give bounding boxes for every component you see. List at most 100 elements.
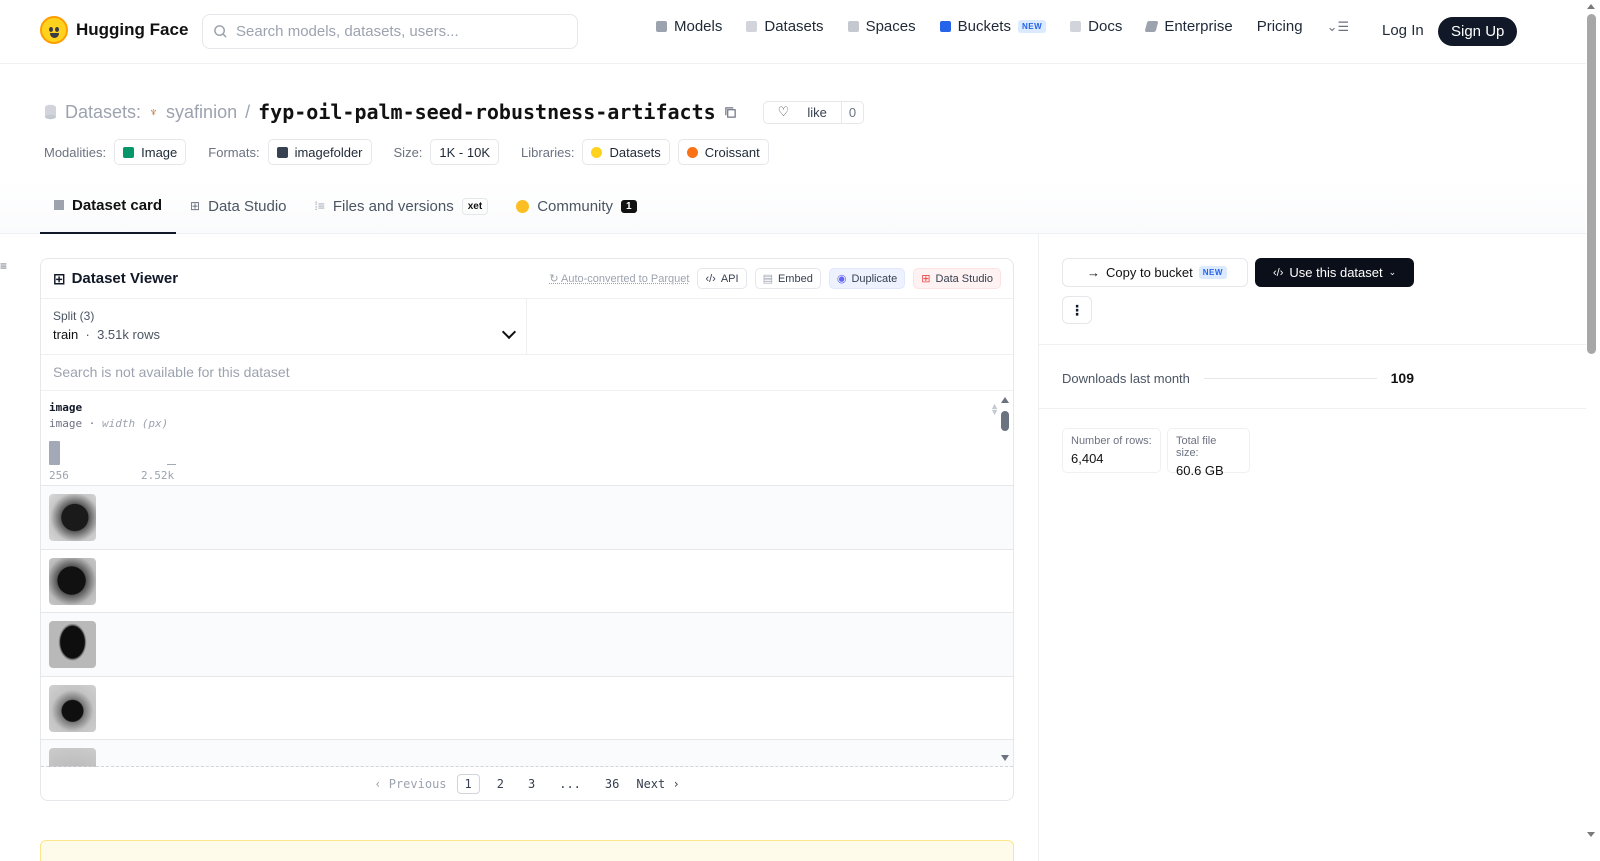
- auto-converted-link[interactable]: ↻ Auto-converted to Parquet: [549, 272, 689, 285]
- nav-pricing[interactable]: Pricing: [1257, 18, 1303, 35]
- sort-icon[interactable]: ▲ ▼: [990, 402, 999, 417]
- data-studio-button[interactable]: ⊞ Data Studio: [913, 268, 1001, 289]
- histogram-min: 256: [49, 469, 69, 482]
- logo-text: Hugging Face: [76, 20, 189, 39]
- code-icon: ‹/›: [1273, 266, 1284, 279]
- tab-dataset-card[interactable]: Dataset card: [40, 178, 177, 234]
- page-2[interactable]: 2: [490, 775, 511, 793]
- repo-type-label: Datasets:: [65, 101, 142, 122]
- seed-image-thumbnail[interactable]: [49, 621, 96, 668]
- table-icon: ⊞: [190, 199, 201, 213]
- table-row[interactable]: [41, 676, 1013, 740]
- nav-models[interactable]: Models: [656, 18, 722, 35]
- split-label: Split (3): [53, 309, 95, 323]
- table-row[interactable]: [41, 740, 1013, 767]
- repo-name[interactable]: fyp-oil-palm-seed-robustness-artifacts: [258, 100, 716, 124]
- code-icon: ‹/›: [705, 272, 716, 285]
- top-navigation: Hugging Face Models Datasets Spaces Buck…: [0, 0, 1586, 64]
- community-count: 1: [621, 199, 637, 213]
- downloads-stat: Downloads last month 109: [1062, 370, 1414, 386]
- table-row[interactable]: [41, 486, 1013, 550]
- pagination: ‹ Previous 1 2 3 ... 36 Next ›: [41, 766, 1013, 800]
- formats-label: Formats:: [208, 144, 260, 160]
- more-options-icon[interactable]: ⋮: [1062, 296, 1092, 324]
- page-scroll-down-icon[interactable]: [1587, 832, 1595, 837]
- nav-spaces[interactable]: Spaces: [847, 18, 916, 35]
- enterprise-icon: [1144, 21, 1159, 32]
- community-icon: [516, 199, 530, 213]
- tab-community[interactable]: Community 1: [502, 178, 650, 234]
- scroll-up-icon[interactable]: [1001, 397, 1009, 403]
- database-icon: [45, 104, 56, 120]
- nav-docs[interactable]: Docs: [1070, 18, 1122, 35]
- rows-stat: Number of rows: 6,404: [1062, 428, 1161, 473]
- next-page[interactable]: Next ›: [636, 777, 679, 791]
- repo-title: Datasets: ♆ syafinion / fyp-oil-palm-see…: [44, 100, 865, 124]
- page-1[interactable]: 1: [456, 773, 480, 794]
- duplicate-icon: ◉: [836, 273, 847, 285]
- tab-files-and-versions[interactable]: ⁞≡ Files and versions xet: [301, 178, 503, 234]
- rows-count: 6,404: [1071, 451, 1104, 466]
- seed-image-thumbnail[interactable]: [49, 494, 96, 541]
- signup-button[interactable]: Sign Up: [1438, 17, 1518, 46]
- downloads-count: 109: [1390, 370, 1414, 386]
- repo-owner[interactable]: syafinion: [166, 102, 237, 123]
- scroll-down-icon[interactable]: [1001, 755, 1009, 761]
- split-selector[interactable]: Split (3) train · 3.51k rows: [41, 299, 527, 354]
- copy-icon[interactable]: [724, 106, 737, 119]
- copy-to-bucket-button[interactable]: → Copy to bucket NEW: [1062, 258, 1248, 287]
- viewer-scrollbar[interactable]: [1001, 395, 1009, 765]
- sidebar-toggle-icon[interactable]: ≡: [0, 260, 7, 272]
- page-36[interactable]: 36: [598, 775, 626, 793]
- more-menu-icon[interactable]: ⌄☰: [1327, 19, 1350, 35]
- histogram-bar[interactable]: [49, 441, 60, 465]
- tab-data-studio[interactable]: ⊞ Data Studio: [176, 178, 300, 234]
- table-row[interactable]: [41, 613, 1013, 677]
- page-ellipsis: ...: [559, 776, 581, 791]
- histogram-bar[interactable]: [167, 464, 176, 465]
- filesize-value: 60.6 GB: [1176, 463, 1224, 478]
- seed-image-thumbnail[interactable]: [49, 748, 96, 767]
- use-this-dataset-button[interactable]: ‹/› Use this dataset ⌄: [1255, 258, 1414, 287]
- tab-bar: Dataset card ⊞ Data Studio ⁞≡ Files and ve…: [0, 178, 1586, 234]
- nav-buckets[interactable]: Buckets NEW: [939, 18, 1047, 35]
- repo-separator: /: [245, 101, 251, 122]
- page-scroll-up-icon[interactable]: [1587, 4, 1595, 9]
- embed-button[interactable]: ▤ Embed: [754, 268, 821, 289]
- scroll-thumb[interactable]: [1001, 411, 1009, 431]
- filesize-stat: Total file size: 60.6 GB: [1167, 428, 1250, 478]
- library-chip-datasets[interactable]: Datasets: [582, 139, 670, 165]
- api-button[interactable]: ‹/› API: [697, 268, 747, 289]
- column-type: image: [49, 417, 83, 430]
- login-link[interactable]: Log In: [1382, 22, 1424, 39]
- like-button[interactable]: ♡ like 0: [762, 100, 865, 124]
- modalities-label: Modalities:: [44, 144, 107, 160]
- heart-icon: ♡: [777, 104, 790, 119]
- duplicate-button[interactable]: ◉ Duplicate: [828, 268, 906, 289]
- nav-links: Models Datasets Spaces Buckets NEW Docs E…: [656, 18, 1349, 35]
- hf-logo[interactable]: Hugging Face: [40, 16, 188, 44]
- search-icon: [214, 25, 227, 38]
- seed-image-thumbnail[interactable]: [49, 557, 96, 605]
- modality-chip[interactable]: Image: [114, 139, 187, 165]
- folder-icon: [276, 146, 288, 158]
- column-stat: width (px): [102, 417, 169, 430]
- search-box[interactable]: [202, 14, 578, 49]
- size-chip[interactable]: 1K - 10K: [430, 139, 500, 165]
- seed-image-thumbnail[interactable]: [49, 684, 96, 732]
- nav-datasets[interactable]: Datasets: [746, 18, 824, 35]
- search-unavailable: Search is not available for this dataset: [41, 355, 1013, 391]
- format-chip[interactable]: imagefolder: [267, 139, 372, 165]
- column-header: image image · width (px) 256 2.52k ▲ ▼: [41, 391, 1013, 486]
- nav-enterprise[interactable]: Enterprise: [1144, 18, 1233, 35]
- table-row[interactable]: [41, 549, 1013, 613]
- croissant-icon: [686, 146, 698, 158]
- dataset-viewer: ⊞ Dataset Viewer ↻ Auto-converted to Parq…: [40, 258, 1014, 801]
- library-chip-croissant[interactable]: Croissant: [677, 139, 769, 165]
- search-input[interactable]: [236, 23, 556, 40]
- table-icon: ⊞: [53, 270, 66, 288]
- hf-face-icon: [591, 146, 603, 158]
- previous-page[interactable]: ‹ Previous: [374, 777, 446, 791]
- page-scrollbar[interactable]: [1587, 14, 1596, 354]
- page-3[interactable]: 3: [521, 775, 542, 793]
